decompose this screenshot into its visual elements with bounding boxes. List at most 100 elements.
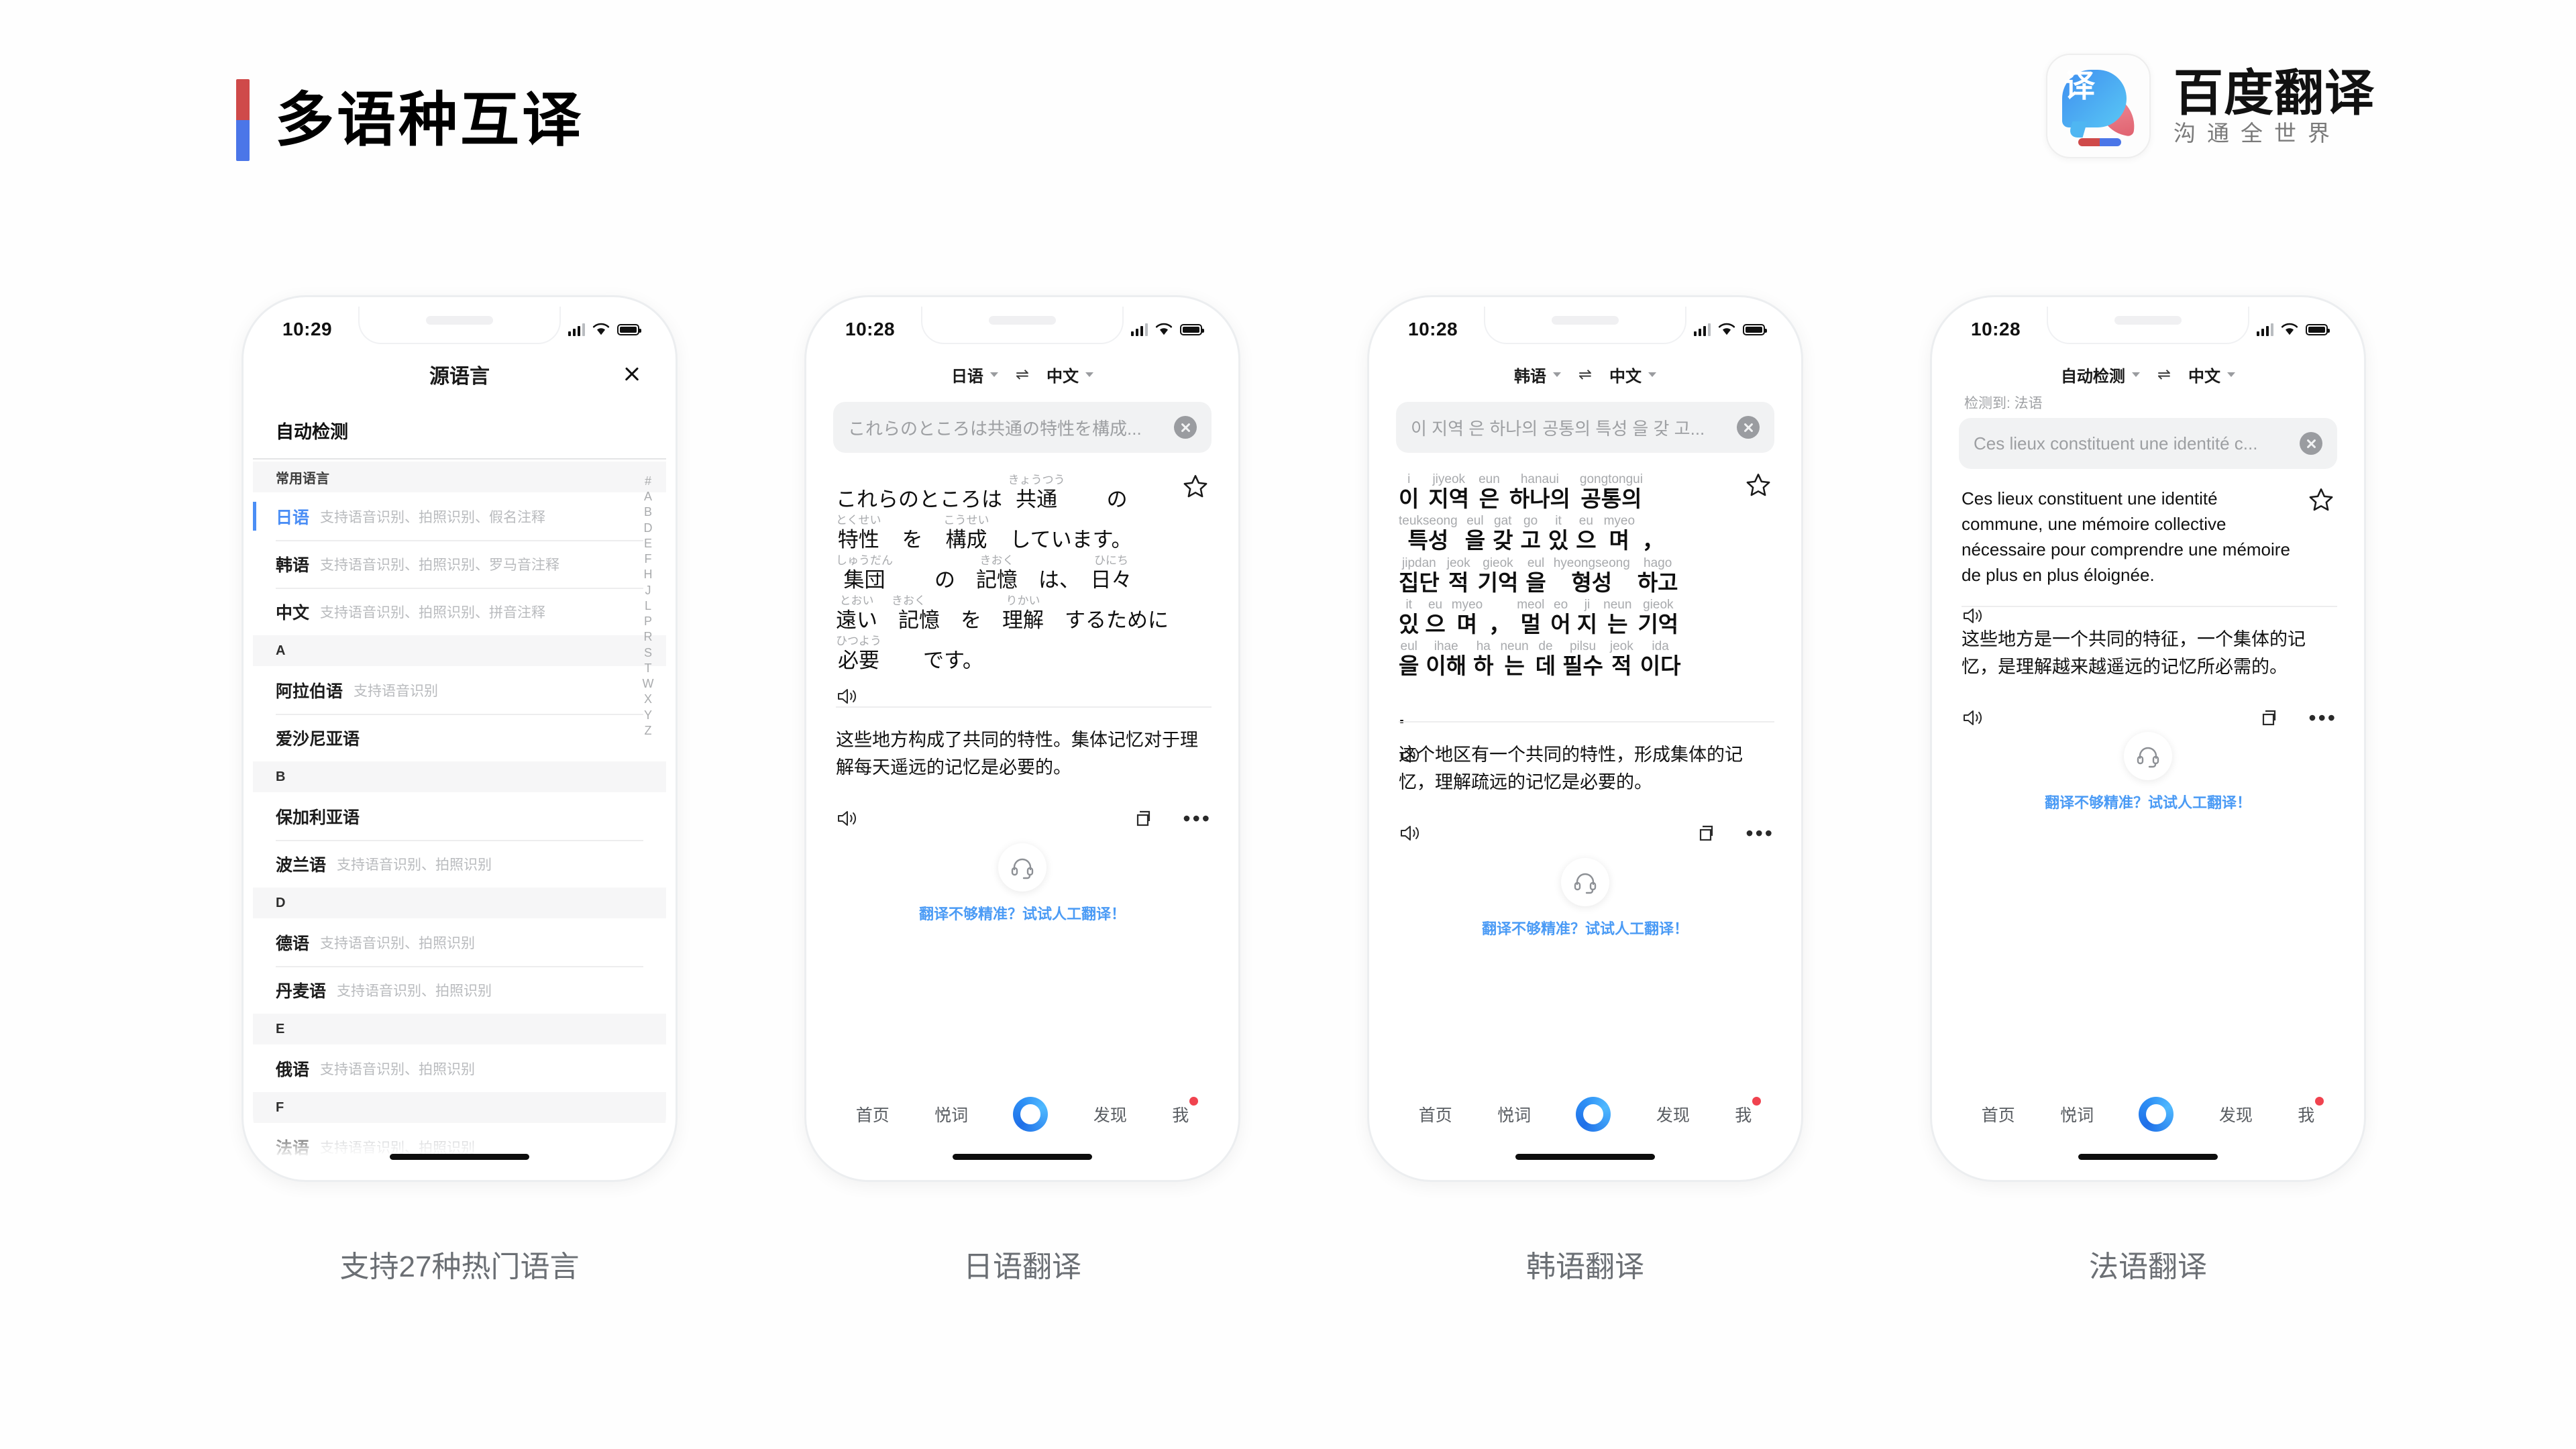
speaker-icon[interactable]: [1399, 823, 1421, 843]
list-item[interactable]: 丹麦语 支持语音识别、拍照识别: [253, 966, 666, 1014]
target-language-button[interactable]: 中文: [2188, 363, 2236, 386]
index-letter[interactable]: Z: [645, 724, 652, 738]
index-letter[interactable]: Y: [644, 708, 652, 722]
base-text: の: [893, 568, 976, 592]
source-actions: [1962, 606, 2290, 626]
more-icon[interactable]: •••: [2308, 707, 2337, 729]
search-input[interactable]: これらのところは共通の特性を構成...: [833, 402, 1212, 453]
index-letter[interactable]: S: [644, 646, 652, 660]
alphabet-index[interactable]: # A B D E F H J L P R S T W X Y Z: [637, 474, 659, 738]
index-letter[interactable]: R: [644, 630, 653, 644]
human-translation-area[interactable]: 翻译不够精准？试试人工翻译！: [1379, 858, 1792, 938]
star-icon[interactable]: [2308, 486, 2334, 513]
search-input[interactable]: 이 지역 은 하나의 공통의 특성 을 갖 고...: [1396, 402, 1774, 453]
chevron-down-icon: [2227, 372, 2236, 377]
language-list[interactable]: 常用语言 日语 支持语音识别、拍照识别、假名注释 韩语 支持语音识别、拍照识别、…: [253, 462, 666, 1171]
index-letter[interactable]: J: [645, 584, 651, 598]
auto-detect-row[interactable]: 自动检测: [253, 402, 666, 460]
more-icon[interactable]: •••: [1183, 808, 1212, 829]
base-text: 어: [1550, 611, 1571, 637]
tab-me[interactable]: 我: [1735, 1082, 1762, 1126]
index-letter[interactable]: W: [643, 677, 654, 691]
headset-icon[interactable]: [1561, 858, 1609, 906]
source-language-button[interactable]: 韩语: [1514, 363, 1561, 386]
tab-words[interactable]: 悦词: [1497, 1082, 1531, 1126]
list-item[interactable]: 日语 支持语音识别、拍照识别、假名注释: [253, 492, 666, 540]
tab-me[interactable]: 我: [1172, 1082, 1199, 1126]
tab-discover[interactable]: 发现: [2219, 1082, 2253, 1126]
tab-discover[interactable]: 发现: [1093, 1082, 1127, 1126]
status-clock: 10:28: [845, 319, 896, 339]
human-translation-link[interactable]: 翻译不够精准？试试人工翻译！: [1941, 791, 2355, 812]
human-translation-link[interactable]: 翻译不够精准？试试人工翻译！: [816, 902, 1229, 924]
speaker-icon[interactable]: [1962, 606, 1984, 626]
tab-home[interactable]: 首页: [1419, 1082, 1452, 1126]
romanization: ihae: [1434, 639, 1458, 654]
list-item[interactable]: 中文 支持语音识别、拍照识别、拼音注释: [253, 588, 666, 635]
list-item[interactable]: 阿拉伯语 支持语音识别: [253, 666, 666, 714]
list-item[interactable]: 爱沙尼亚语: [253, 714, 666, 761]
index-letter[interactable]: #: [645, 474, 651, 488]
list-item[interactable]: 德语 支持语音识别、拍照识别: [253, 918, 666, 966]
tab-discover[interactable]: 发现: [1656, 1082, 1690, 1126]
human-translation-link[interactable]: 翻译不够精准？试试人工翻译！: [1379, 917, 1792, 938]
page-header: 多语种互译: [236, 79, 584, 161]
target-actions: •••: [1962, 707, 2337, 729]
human-translation-area[interactable]: 翻译不够精准？试试人工翻译！: [816, 843, 1229, 924]
copy-icon[interactable]: [1133, 808, 1155, 829]
index-letter[interactable]: D: [644, 521, 653, 535]
speaker-icon[interactable]: [836, 686, 859, 706]
clear-icon[interactable]: [1174, 416, 1197, 439]
list-item[interactable]: 保加利亚语: [253, 792, 666, 840]
base-text: 며: [1609, 528, 1629, 553]
index-letter[interactable]: F: [645, 552, 652, 566]
target-actions: •••: [836, 808, 1212, 829]
index-letter[interactable]: P: [644, 614, 652, 629]
human-translation-area[interactable]: 翻译不够精准？试试人工翻译！: [1941, 732, 2355, 812]
index-letter[interactable]: A: [644, 490, 652, 504]
index-letter[interactable]: T: [645, 661, 652, 676]
base-text: 을: [1525, 570, 1546, 595]
base-text: 데: [1535, 653, 1556, 679]
romanization: gieok: [1483, 555, 1513, 570]
swap-icon[interactable]: ⇌: [1578, 365, 1592, 384]
romanization: de: [1538, 639, 1553, 654]
swap-icon[interactable]: ⇌: [2157, 365, 2171, 384]
list-item[interactable]: 波兰语 支持语音识别、拍照识别: [253, 840, 666, 888]
target-language-button[interactable]: 中文: [1046, 363, 1094, 386]
status-bar: 10:28: [1379, 307, 1792, 348]
ruby-line: .: [1399, 688, 1774, 729]
tab-voice-button[interactable]: [2139, 1097, 2174, 1132]
swap-icon[interactable]: ⇌: [1016, 365, 1029, 384]
tab-voice-button[interactable]: [1576, 1097, 1611, 1132]
headset-icon[interactable]: [2124, 732, 2172, 780]
index-letter[interactable]: L: [645, 599, 651, 613]
index-letter[interactable]: X: [644, 692, 652, 706]
index-letter[interactable]: H: [644, 568, 653, 582]
tab-home[interactable]: 首页: [1982, 1082, 2015, 1126]
source-language-button[interactable]: 自动检测: [2061, 363, 2140, 386]
target-language-button[interactable]: 中文: [1609, 363, 1657, 386]
ruby-line: とおい 遠い きおく 記憶 を りかい 理解 するために: [836, 594, 1212, 633]
tab-voice-button[interactable]: [1013, 1097, 1049, 1132]
tab-home[interactable]: 首页: [856, 1082, 890, 1126]
index-letter[interactable]: B: [644, 505, 652, 519]
base-text: 갖: [1493, 528, 1513, 553]
copy-icon[interactable]: [2259, 707, 2280, 729]
more-icon[interactable]: •••: [1746, 822, 1774, 844]
speaker-icon[interactable]: [1962, 708, 1984, 728]
list-item[interactable]: 韩语 支持语音识别、拍照识别、罗马音注释: [253, 540, 666, 588]
search-input[interactable]: Ces lieux constituent une identité c...: [1959, 418, 2337, 469]
copy-icon[interactable]: [1696, 822, 1717, 844]
headset-icon[interactable]: [998, 843, 1046, 892]
list-item[interactable]: 俄语 支持语音识别、拍照识别: [253, 1044, 666, 1092]
speaker-icon[interactable]: [836, 808, 859, 828]
source-language-button[interactable]: 日语: [951, 363, 998, 386]
tab-me[interactable]: 我: [2298, 1082, 2324, 1126]
clear-icon[interactable]: [1737, 416, 1760, 439]
index-letter[interactable]: E: [644, 537, 652, 551]
tab-words[interactable]: 悦词: [2060, 1082, 2094, 1126]
tab-words[interactable]: 悦词: [934, 1082, 968, 1126]
close-icon[interactable]: [622, 364, 642, 384]
clear-icon[interactable]: [2300, 432, 2322, 455]
